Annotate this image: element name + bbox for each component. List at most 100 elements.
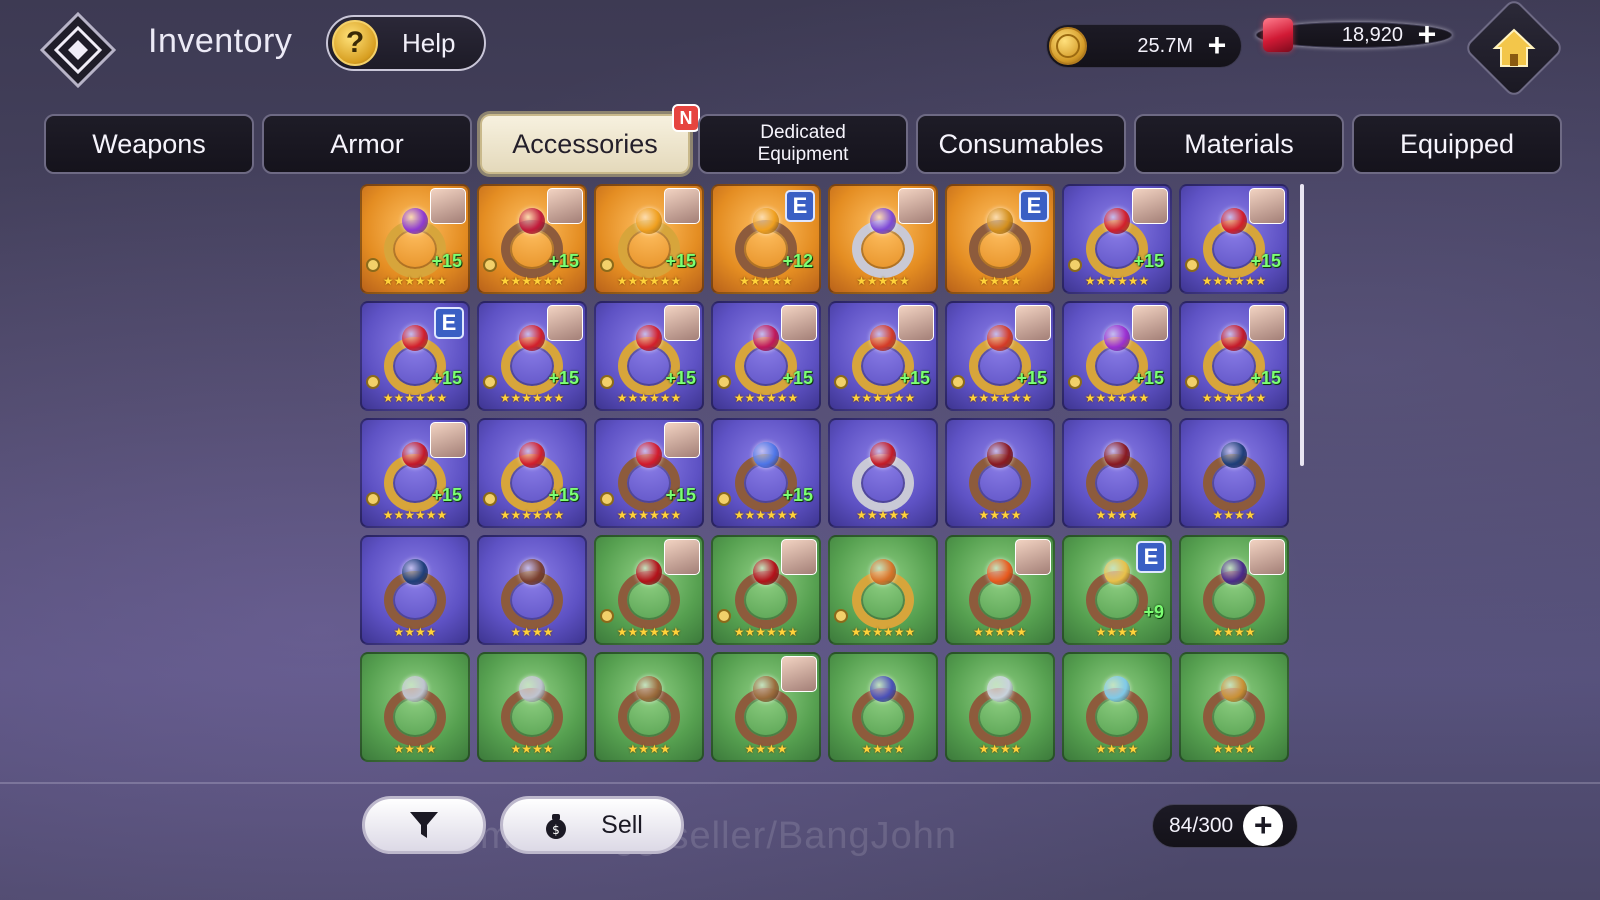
gem-icon	[987, 208, 1013, 234]
add-gem-button[interactable]: +	[1413, 18, 1441, 50]
inventory-item[interactable]: +15 ★★★★★★	[1062, 301, 1172, 411]
inventory-item[interactable]: +15 ★★★★★★	[477, 184, 587, 294]
inventory-item[interactable]: +15 ★★★★★★	[711, 418, 821, 528]
gem-icon	[1221, 325, 1247, 351]
inventory-item[interactable]: E +15 ★★★★★★	[360, 301, 470, 411]
inventory-item[interactable]: ★★★★	[945, 418, 1055, 528]
help-button[interactable]: ? Help	[326, 15, 486, 71]
inventory-item[interactable]: E +9 ★★★★	[1062, 535, 1172, 645]
lock-icon	[717, 609, 731, 623]
inventory-item[interactable]: ★★★★★	[945, 535, 1055, 645]
equipped-badge: E	[785, 190, 815, 222]
star-rating: ★★★★★	[856, 274, 910, 288]
star-rating: ★★★★★	[739, 274, 793, 288]
inventory-item[interactable]: ★★★★	[1179, 418, 1289, 528]
grid-scrollbar[interactable]	[1300, 184, 1304, 466]
enhance-level: +9	[1143, 602, 1164, 622]
item-grid-container[interactable]: +15 ★★★★★★ +15 ★★★★★★ +15 ★★★★★★ E +12 ★★★★★ ★★★★…	[360, 184, 1300, 774]
gem-icon	[753, 442, 779, 468]
inventory-item[interactable]: ★★★★★★	[594, 535, 704, 645]
enhance-level: +12	[782, 251, 813, 271]
inventory-item[interactable]: ★★★★★★	[828, 535, 938, 645]
inventory-item[interactable]: +15 ★★★★★★	[1062, 184, 1172, 294]
inventory-item[interactable]: +15 ★★★★★★	[828, 301, 938, 411]
home-button[interactable]	[1463, 0, 1565, 99]
star-rating: ★★★★★★	[850, 625, 916, 639]
inventory-item[interactable]: +15 ★★★★★★	[594, 418, 704, 528]
gem-icon	[519, 325, 545, 351]
inventory-item[interactable]: +15 ★★★★★★	[945, 301, 1055, 411]
star-rating: ★★★★	[861, 742, 905, 756]
tab-dedicated-equipment[interactable]: Dedicated Equipment	[698, 114, 908, 174]
tab-equipped[interactable]: Equipped	[1352, 114, 1562, 174]
inventory-item[interactable]: E +12 ★★★★★	[711, 184, 821, 294]
question-mark-icon: ?	[332, 20, 378, 66]
tab-dedicated-equipment-label: Dedicated Equipment	[757, 122, 849, 165]
inventory-item[interactable]: +15 ★★★★★★	[594, 184, 704, 294]
home-icon	[1492, 28, 1536, 67]
star-rating: ★★★★★★	[382, 391, 448, 405]
new-badge: N	[672, 104, 700, 132]
tab-accessories[interactable]: Accessories N	[480, 104, 700, 174]
funnel-icon	[410, 812, 438, 838]
inventory-item[interactable]: ★★★★	[828, 652, 938, 762]
inventory-item[interactable]: +15 ★★★★★★	[594, 301, 704, 411]
inventory-item[interactable]: ★★★★★★	[711, 535, 821, 645]
inventory-item[interactable]: ★★★★	[945, 652, 1055, 762]
star-rating: ★★★★	[1212, 625, 1256, 639]
inventory-item[interactable]: ★★★★	[1179, 652, 1289, 762]
inventory-item[interactable]: E ★★★★	[945, 184, 1055, 294]
inventory-item[interactable]: ★★★★	[477, 652, 587, 762]
gem-icon	[870, 559, 896, 585]
inventory-item[interactable]: ★★★★	[360, 535, 470, 645]
star-rating: ★★★★	[744, 742, 788, 756]
enhance-level: +15	[431, 251, 462, 271]
expand-capacity-button[interactable]: +	[1243, 806, 1284, 846]
inventory-item[interactable]: ★★★★	[594, 652, 704, 762]
inventory-item[interactable]: ★★★★★	[828, 418, 938, 528]
gem-icon	[987, 325, 1013, 351]
tab-armor[interactable]: Armor	[262, 114, 472, 174]
inventory-item[interactable]: ★★★★	[711, 652, 821, 762]
star-rating: ★★★★★★	[616, 274, 682, 288]
inventory-item[interactable]: +15 ★★★★★★	[711, 301, 821, 411]
inventory-item[interactable]: ★★★★	[360, 652, 470, 762]
inventory-item[interactable]: ★★★★	[1062, 418, 1172, 528]
back-logo-button[interactable]	[40, 12, 116, 88]
inventory-item[interactable]: ★★★★	[477, 535, 587, 645]
equipped-by-portrait	[664, 539, 700, 575]
star-rating: ★★★★	[393, 625, 437, 639]
inventory-item[interactable]: +15 ★★★★★★	[477, 301, 587, 411]
tab-materials[interactable]: Materials	[1134, 114, 1344, 174]
tab-weapons[interactable]: Weapons	[44, 114, 254, 174]
enhance-level: +15	[548, 251, 579, 271]
inventory-item[interactable]: +15 ★★★★★★	[360, 418, 470, 528]
equipped-by-portrait	[1249, 539, 1285, 575]
inventory-item[interactable]: ★★★★	[1062, 652, 1172, 762]
lock-icon	[600, 609, 614, 623]
inventory-item[interactable]: +15 ★★★★★★	[360, 184, 470, 294]
inventory-item[interactable]: ★★★★	[1179, 535, 1289, 645]
lock-icon	[951, 375, 965, 389]
gold-currency: 25.7M +	[1046, 24, 1242, 68]
sell-button[interactable]: $ Sell	[500, 796, 684, 854]
filter-button[interactable]	[362, 796, 486, 854]
lock-icon	[483, 375, 497, 389]
star-rating: ★★★★	[393, 742, 437, 756]
tab-consumables[interactable]: Consumables	[916, 114, 1126, 174]
inventory-item[interactable]: +15 ★★★★★★	[1179, 301, 1289, 411]
gem-icon	[402, 559, 428, 585]
inventory-item[interactable]: +15 ★★★★★★	[477, 418, 587, 528]
gem-icon	[870, 208, 896, 234]
gem-icon	[987, 559, 1013, 585]
gem-icon	[870, 442, 896, 468]
star-rating: ★★★★	[1095, 742, 1139, 756]
inventory-item[interactable]: ★★★★★	[828, 184, 938, 294]
gem-icon	[636, 208, 662, 234]
inventory-item[interactable]: +15 ★★★★★★	[1179, 184, 1289, 294]
lock-icon	[1068, 375, 1082, 389]
add-gold-button[interactable]: +	[1203, 29, 1231, 61]
equipped-by-portrait	[547, 188, 583, 224]
gem-icon	[1221, 208, 1247, 234]
gem-icon	[636, 676, 662, 702]
